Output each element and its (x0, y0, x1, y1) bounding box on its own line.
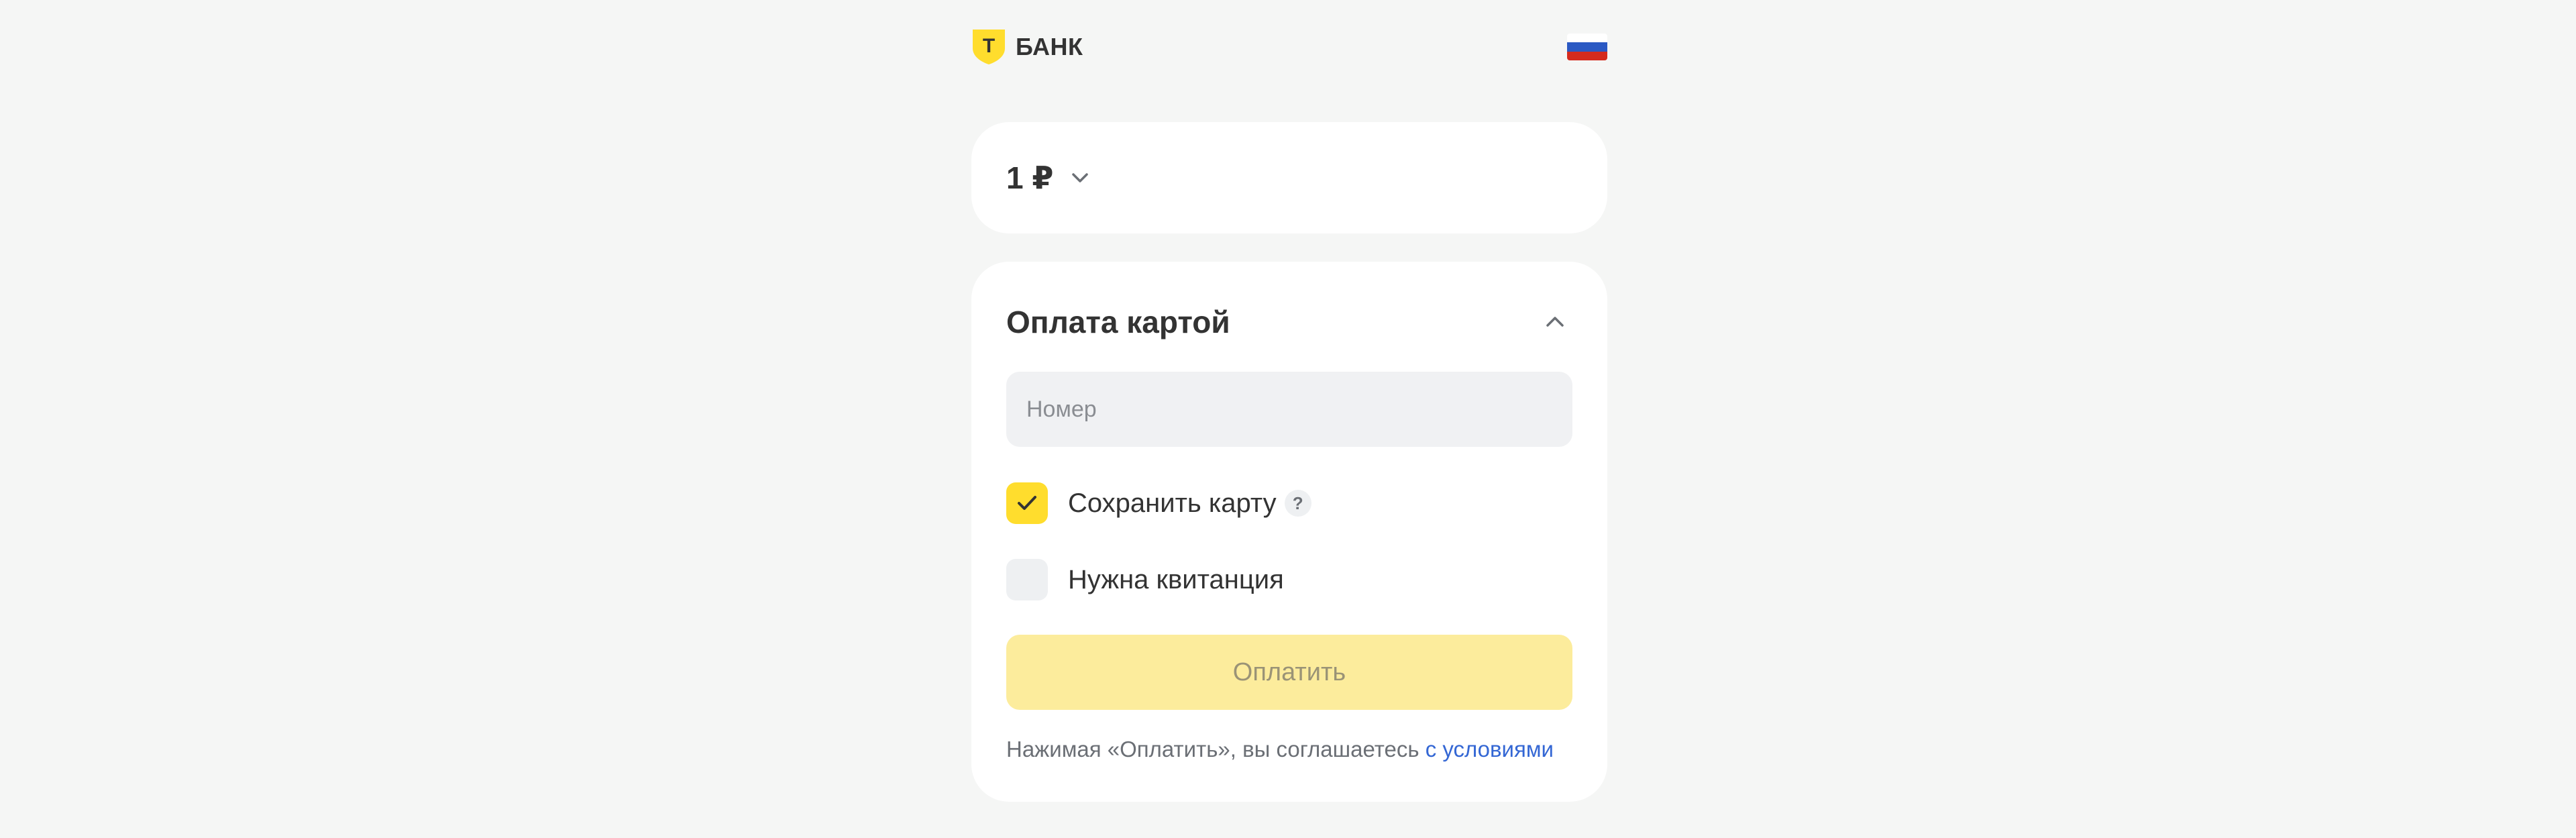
receipt-label: Нужна квитанция (1068, 564, 1284, 594)
card-payment-header[interactable]: Оплата картой (1006, 289, 1572, 356)
receipt-checkbox[interactable] (1006, 559, 1048, 600)
chevron-down-icon (1072, 173, 1089, 182)
card-payment-title: Оплата картой (1006, 305, 1230, 339)
logo-text: БАНК (1016, 33, 1083, 60)
save-card-label: Сохранить карту (1068, 488, 1277, 518)
russia-flag-icon[interactable] (1567, 34, 1607, 60)
save-card-option[interactable]: Сохранить карту ? (1006, 482, 1311, 525)
pay-button[interactable]: Оплатить (1006, 635, 1572, 710)
terms-text: Нажимая «Оплатить», вы соглашаетесь (1006, 737, 1426, 762)
bank-logo: Т БАНК (971, 27, 1083, 67)
card-number-input[interactable] (1006, 372, 1572, 447)
flag-stripe-red (1567, 51, 1607, 60)
checkmark-icon (1018, 496, 1036, 510)
amount-card: 1 ₽ (971, 122, 1607, 233)
amount-selector[interactable]: 1 ₽ (1006, 122, 1091, 233)
flag-stripe-blue (1567, 42, 1607, 52)
help-icon[interactable]: ? (1284, 490, 1311, 517)
terms-link[interactable]: с условиями (1426, 737, 1554, 762)
terms-notice: Нажимая «Оплатить», вы соглашаетесь с ус… (1006, 737, 1554, 762)
amount-value: 1 ₽ (1006, 160, 1054, 195)
header: Т БАНК (971, 27, 1607, 67)
receipt-option[interactable]: Нужна квитанция (1006, 558, 1284, 601)
logo-letter: Т (983, 35, 995, 57)
chevron-up-icon[interactable] (1543, 310, 1567, 334)
tbank-shield-icon: Т (973, 30, 1005, 64)
save-card-checkbox[interactable] (1006, 482, 1048, 524)
card-payment-panel: Оплата картой Сохранить карту ? Нужна кв… (971, 262, 1607, 802)
flag-stripe-white (1567, 34, 1607, 43)
